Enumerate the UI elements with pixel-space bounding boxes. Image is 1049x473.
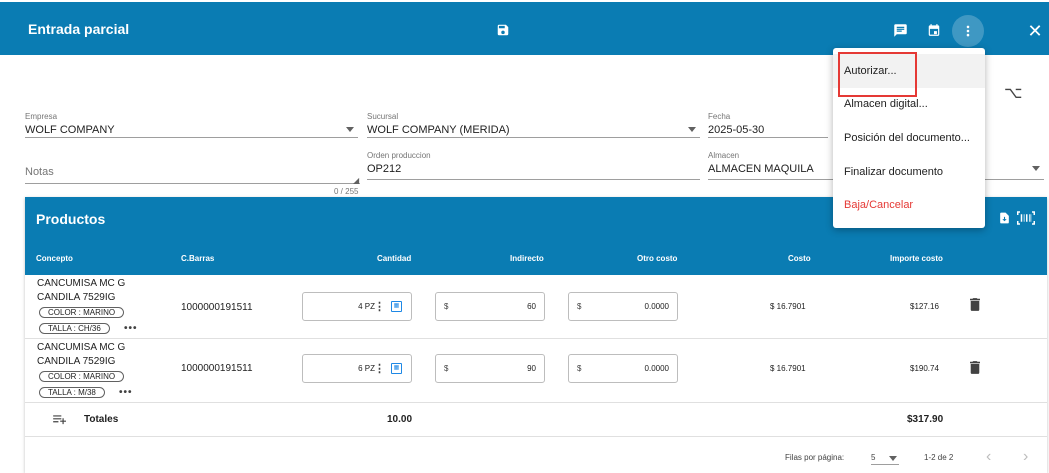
barcode-cell: 1000000191511 xyxy=(181,363,253,374)
indirect-value: 60 xyxy=(527,302,536,311)
more-variants-button[interactable]: ••• xyxy=(119,387,133,398)
fecha-field[interactable]: Fecha 2025-05-30 xyxy=(708,112,828,138)
comment-icon[interactable] xyxy=(892,22,908,38)
fecha-label: Fecha xyxy=(708,112,731,121)
barcode-scan-icon[interactable] xyxy=(1017,211,1035,225)
cost-cell: $ 16.7901 xyxy=(770,302,806,311)
concept-line1: CANCUMISA MC G xyxy=(37,342,126,353)
rows-per-page-label: Filas por página: xyxy=(785,453,845,462)
menu-item-baja-cancelar[interactable]: Baja/Cancelar xyxy=(833,188,985,222)
almacen-value: ALMACEN MAQUILA xyxy=(708,163,814,175)
delete-icon[interactable] xyxy=(970,298,980,311)
currency-prefix: $ xyxy=(577,302,582,311)
currency-prefix: $ xyxy=(444,364,449,373)
calculator-icon[interactable]: ▦ xyxy=(391,301,402,312)
chevron-down-icon xyxy=(688,127,696,132)
other-cost-value: 0.0000 xyxy=(644,302,669,311)
prev-page-icon[interactable]: ‹ xyxy=(986,448,991,466)
next-page-icon[interactable]: › xyxy=(1023,448,1028,466)
chevron-down-icon xyxy=(346,127,354,132)
delete-icon[interactable] xyxy=(970,361,980,374)
col-otro-costo: Otro costo xyxy=(637,254,678,263)
page-range: 1-2 de 2 xyxy=(924,453,954,462)
other-cost-input[interactable]: $ 0.0000 xyxy=(568,354,678,383)
notas-placeholder: Notas xyxy=(25,166,54,178)
quantity-value: 4 PZ xyxy=(358,302,375,311)
filter-icon[interactable]: ⌥ xyxy=(1004,83,1022,103)
notas-counter: 0 / 255 xyxy=(334,187,359,196)
products-title: Productos xyxy=(36,211,106,227)
indirect-input[interactable]: $ 60 xyxy=(435,292,545,321)
orden-label: Orden produccion xyxy=(367,151,431,160)
rows-per-page-value: 5 xyxy=(871,453,876,462)
totals-amount: $317.90 xyxy=(907,414,944,425)
col-concepto: Concepto xyxy=(36,254,73,263)
sucursal-value: WOLF COMPANY (MERIDA) xyxy=(367,124,510,136)
currency-prefix: $ xyxy=(444,302,449,311)
menu-item-autorizar[interactable]: Autorizar... xyxy=(833,54,985,88)
concept-line2: CANDILA 7529IG xyxy=(37,292,116,303)
concept-line1: CANCUMISA MC G xyxy=(37,278,126,289)
more-variants-button[interactable]: ••• xyxy=(124,323,138,334)
pagination: Filas por página: 5 1-2 de 2 ‹ › xyxy=(25,437,1047,473)
col-cbarras: C.Barras xyxy=(181,254,215,263)
notas-textarea[interactable]: Notas xyxy=(25,156,360,184)
more-vert-icon[interactable]: ⋮ xyxy=(374,300,385,313)
save-icon[interactable] xyxy=(495,22,511,38)
col-indirecto: Indirecto xyxy=(510,254,544,263)
quantity-value: 6 PZ xyxy=(358,364,375,373)
variant-chip: COLOR : MARINO xyxy=(39,371,125,382)
menu-item-finalizar-documento[interactable]: Finalizar documento xyxy=(833,155,985,189)
actions-menu: Autorizar... Almacen digital... Posición… xyxy=(833,48,985,228)
products-card: Productos Concepto C.Barras Cantidad Ind… xyxy=(25,197,1047,473)
sucursal-label: Sucursal xyxy=(367,112,399,121)
resize-handle-icon[interactable]: ◢ xyxy=(353,176,359,185)
indirect-input[interactable]: $ 90 xyxy=(435,354,545,383)
empresa-select[interactable]: Empresa WOLF COMPANY xyxy=(25,112,358,138)
more-vert-icon[interactable] xyxy=(952,15,984,47)
empresa-value: WOLF COMPANY xyxy=(25,124,115,136)
calculator-icon[interactable]: ▦ xyxy=(391,363,402,374)
totals-label: Totales xyxy=(84,414,119,425)
menu-item-posicion-documento[interactable]: Posición del documento... xyxy=(833,121,985,155)
variant-chip: TALLA : CH/36 xyxy=(39,323,110,334)
barcode-cell: 1000000191511 xyxy=(181,302,253,313)
amount-cell: $190.74 xyxy=(910,364,939,373)
totals-qty: 10.00 xyxy=(387,414,413,425)
concept-line2: CANDILA 7529IG xyxy=(37,356,116,367)
playlist-add-icon[interactable] xyxy=(52,414,66,426)
rows-per-page-select[interactable]: 5 xyxy=(871,453,899,465)
table-row: CANCUMISA MC G CANDILA 7529IG COLOR : MA… xyxy=(25,339,1047,403)
almacen-label: Almacen xyxy=(708,151,740,160)
quantity-input[interactable]: 6 PZ ⋮ ▦ xyxy=(302,354,412,383)
other-cost-value: 0.0000 xyxy=(644,364,669,373)
cost-cell: $ 16.7901 xyxy=(770,364,806,373)
variant-chip: TALLA : M/38 xyxy=(39,387,105,398)
chevron-down-icon xyxy=(1032,166,1040,171)
table-row: CANCUMISA MC G CANDILA 7529IG COLOR : MA… xyxy=(25,275,1047,339)
more-vert-icon[interactable]: ⋮ xyxy=(374,362,385,375)
page-title: Entrada parcial xyxy=(28,21,130,37)
fecha-value: 2025-05-30 xyxy=(708,124,765,136)
quantity-input[interactable]: 4 PZ ⋮ ▦ xyxy=(302,292,412,321)
col-cantidad: Cantidad xyxy=(377,254,412,263)
indirect-value: 90 xyxy=(527,364,536,373)
file-download-icon[interactable] xyxy=(998,211,1011,225)
col-importe: Importe costo xyxy=(890,254,943,263)
amount-cell: $127.16 xyxy=(910,302,939,311)
currency-prefix: $ xyxy=(577,364,582,373)
orden-value: OP212 xyxy=(367,163,402,175)
chevron-down-icon xyxy=(889,456,897,461)
other-cost-input[interactable]: $ 0.0000 xyxy=(568,292,678,321)
calendar-icon[interactable] xyxy=(926,22,942,38)
orden-field[interactable]: Orden produccion OP212 xyxy=(367,151,700,180)
menu-item-almacen-digital[interactable]: Almacen digital... xyxy=(833,87,985,121)
variant-chip: COLOR : MARINO xyxy=(39,307,125,318)
close-icon[interactable]: ✕ xyxy=(1027,21,1043,41)
sucursal-select[interactable]: Sucursal WOLF COMPANY (MERIDA) xyxy=(367,112,700,138)
col-costo: Costo xyxy=(788,254,811,263)
totals-row: Totales 10.00 $317.90 xyxy=(25,403,1047,437)
empresa-label: Empresa xyxy=(25,112,58,121)
